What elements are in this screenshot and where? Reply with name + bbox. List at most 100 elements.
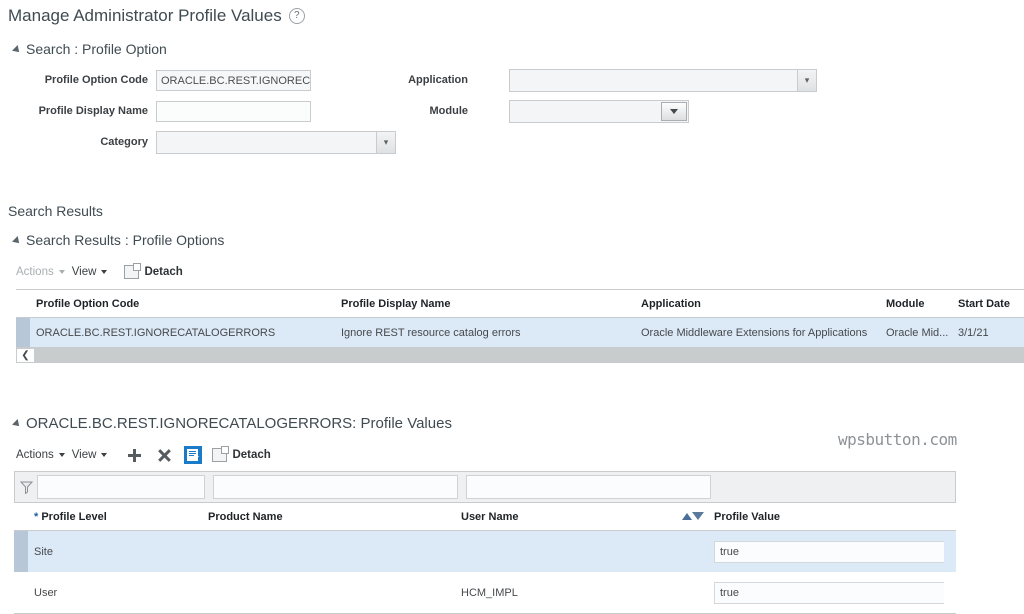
row-selection-handle[interactable] <box>14 572 28 613</box>
profile-value-input[interactable] <box>714 540 944 563</box>
module-lov[interactable] <box>509 100 689 123</box>
row-selection-handle[interactable] <box>16 318 30 347</box>
search-results-table-header: Profile Option Code Profile Display Name… <box>16 290 1024 318</box>
cell-profile-level: User <box>34 586 58 599</box>
profile-values-section-disclosure[interactable]: ORACLE.BC.REST.IGNORECATALOGERRORS: Prof… <box>12 415 452 432</box>
search-results-table: Profile Option Code Profile Display Name… <box>16 289 1024 348</box>
search-results-view-menu[interactable]: View <box>72 266 115 278</box>
search-section-disclosure[interactable]: Search : Profile Option <box>12 41 167 57</box>
filter-input-profile-level[interactable] <box>37 475 205 499</box>
column-header-user-name-label: User Name <box>461 510 519 523</box>
profile-display-name-label: Profile Display Name <box>38 105 148 117</box>
help-circle-icon[interactable]: ? <box>288 8 305 24</box>
search-results-toolbar: Actions View Detach <box>16 262 183 282</box>
row-selection-handle[interactable] <box>14 531 28 572</box>
column-header-profile-level-label: Profile Level <box>41 510 107 523</box>
cell-application: Oracle Middleware Extensions for Applica… <box>641 326 868 339</box>
query-by-example-button[interactable] <box>184 446 203 464</box>
search-results-section-disclosure[interactable]: Search Results : Profile Options <box>12 232 225 248</box>
profile-option-code-label: Profile Option Code <box>44 74 148 86</box>
chevron-down-icon: ▾ <box>797 70 816 91</box>
column-header-profile-display-name[interactable]: Profile Display Name <box>335 298 635 310</box>
query-by-example-icon <box>187 449 200 461</box>
delete-row-button[interactable] <box>154 445 174 465</box>
profile-display-name-input[interactable] <box>156 101 311 122</box>
cell-start-date: 3/1/21 <box>958 326 989 339</box>
page-title: Manage Administrator Profile Values <box>8 6 282 25</box>
collapse-triangle-icon <box>12 419 22 429</box>
search-section-title: Search : Profile Option <box>26 41 167 57</box>
column-header-profile-option-code[interactable]: Profile Option Code <box>30 298 335 310</box>
query-filter-icon[interactable] <box>15 481 37 494</box>
category-select[interactable]: ▾ <box>156 131 396 154</box>
sort-indicator[interactable] <box>682 512 704 520</box>
detach-icon <box>124 263 142 279</box>
sort-ascending-icon[interactable] <box>682 513 692 520</box>
category-select-value <box>157 132 376 153</box>
module-dropdown-button[interactable] <box>661 102 687 121</box>
table-row[interactable]: Site <box>14 531 956 572</box>
filter-cell-profile-value <box>719 472 955 502</box>
cell-profile-option-code: ORACLE.BC.REST.IGNORECATALOGERRORS <box>36 326 276 339</box>
close-x-icon <box>158 449 171 462</box>
filter-cell-profile-level <box>37 472 213 502</box>
column-header-application[interactable]: Application <box>635 298 880 310</box>
watermark: wpsbutton.com <box>838 430 957 449</box>
cell-user-name: HCM_IMPL <box>461 586 518 599</box>
search-results-heading: Search Results <box>8 203 103 219</box>
application-select-value <box>510 70 797 91</box>
application-select[interactable]: ▾ <box>509 69 817 92</box>
detach-icon <box>212 446 230 462</box>
chevron-left-icon[interactable]: ❮ <box>17 349 35 362</box>
profile-values-actions-label: Actions <box>16 449 54 461</box>
column-header-product-name[interactable]: Product Name <box>202 511 455 523</box>
profile-values-actions-menu[interactable]: Actions <box>16 449 72 461</box>
application-label: Application <box>408 74 468 86</box>
filter-input-user-name[interactable] <box>466 475 711 499</box>
required-star-icon: * <box>34 510 39 523</box>
row-handle-spacer <box>14 503 28 530</box>
row-handle-spacer <box>16 290 30 317</box>
column-header-profile-value[interactable]: Profile Value <box>708 511 944 523</box>
triangle-down-icon <box>101 270 108 274</box>
collapse-triangle-icon <box>12 235 22 246</box>
sort-descending-icon[interactable] <box>692 512 704 520</box>
search-results-detach-button[interactable]: Detach <box>124 263 183 279</box>
triangle-down-icon <box>58 453 65 457</box>
profile-values-view-menu[interactable]: View <box>72 449 115 461</box>
chevron-down-icon: ▾ <box>376 132 395 153</box>
cell-profile-level: Site <box>34 545 53 558</box>
profile-values-detach-label: Detach <box>232 449 271 461</box>
profile-values-table: * Profile Level Product Name User Name P… <box>14 503 956 614</box>
profile-values-section-title: ORACLE.BC.REST.IGNORECATALOGERRORS: Prof… <box>26 415 452 432</box>
plus-icon <box>127 448 141 462</box>
cell-profile-value <box>708 581 944 604</box>
search-results-horizontal-scrollbar[interactable]: ❮ <box>16 348 1024 363</box>
profile-values-table-header: * Profile Level Product Name User Name P… <box>14 503 956 531</box>
filter-input-product-name[interactable] <box>213 475 458 499</box>
profile-values-detach-button[interactable]: Detach <box>212 446 271 462</box>
collapse-triangle-icon <box>12 44 22 55</box>
column-header-user-name[interactable]: User Name <box>455 511 708 523</box>
column-header-module[interactable]: Module <box>880 298 952 310</box>
triangle-down-icon <box>670 109 678 114</box>
module-label: Module <box>429 105 469 117</box>
add-row-button[interactable] <box>124 445 144 465</box>
column-header-profile-level[interactable]: * Profile Level <box>28 511 202 523</box>
profile-value-input[interactable] <box>714 581 944 604</box>
search-results-detach-label: Detach <box>144 266 183 278</box>
search-results-section-title: Search Results : Profile Options <box>26 232 225 248</box>
search-results-actions-menu[interactable]: Actions <box>16 266 72 278</box>
table-row[interactable]: ORACLE.BC.REST.IGNORECATALOGERRORS Ignor… <box>16 318 1024 347</box>
search-results-actions-label: Actions <box>16 266 54 278</box>
cell-profile-display-name: Ignore REST resource catalog errors <box>341 326 521 339</box>
filter-cell-user-name <box>466 472 719 502</box>
profile-values-view-label: View <box>71 449 97 461</box>
profile-option-code-input[interactable]: ORACLE.BC.REST.IGNORECAT. <box>156 70 311 91</box>
table-row[interactable]: User HCM_IMPL <box>14 572 956 613</box>
triangle-down-icon <box>58 270 65 274</box>
column-header-start-date[interactable]: Start Date <box>952 298 1022 310</box>
cell-module: Oracle Mid... <box>886 326 949 339</box>
profile-values-filter-row <box>14 471 956 503</box>
category-label: Category <box>100 136 148 148</box>
